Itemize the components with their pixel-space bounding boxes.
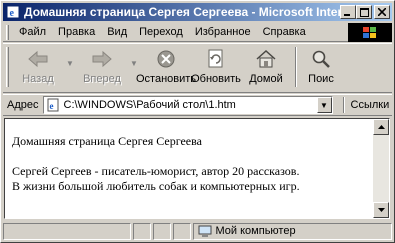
page-text-line-1: Сергей Сергеев - писатель-юморист, автор… [12, 164, 300, 178]
status-zone: Мой компьютер [192, 222, 392, 240]
refresh-label: Обновить [191, 73, 241, 85]
status-pane-main [3, 222, 131, 240]
home-label: Домой [249, 73, 283, 85]
svg-text:e: e [49, 101, 53, 111]
home-icon [255, 47, 277, 71]
menu-grip[interactable] [6, 24, 9, 40]
computer-icon [198, 225, 212, 238]
maximize-button[interactable] [356, 5, 372, 19]
menu-go[interactable]: Переход [133, 26, 189, 38]
back-arrow-icon [27, 47, 49, 71]
zone-label: Мой компьютер [215, 225, 296, 237]
status-pane-3 [152, 222, 171, 240]
address-bar: Адрес e C:\WINDOWS\Рабочий стол\1.htm ▼ … [3, 94, 392, 116]
standard-toolbar: Назад ▼ Вперед ▼ Остановить Обновить Дом… [3, 43, 392, 93]
stop-button[interactable]: Остановить [136, 47, 196, 85]
stop-icon [156, 47, 176, 71]
close-button[interactable] [374, 5, 390, 19]
address-label: Адрес [7, 99, 39, 111]
window-title: Домашняя страница Сергея Сергеева - Micr… [24, 5, 344, 19]
address-value: C:\WINDOWS\Рабочий стол\1.htm [63, 99, 236, 111]
browser-window: e Домашняя страница Сергея Сергеева - Mi… [0, 0, 395, 243]
address-input[interactable]: e C:\WINDOWS\Рабочий стол\1.htm ▼ [42, 96, 333, 114]
forward-button[interactable]: Вперед [77, 47, 127, 85]
search-icon [311, 47, 331, 71]
toolbar-separator [295, 47, 297, 87]
status-pane-4 [172, 222, 191, 240]
scroll-down-button[interactable] [373, 202, 389, 218]
menu-edit[interactable]: Правка [52, 26, 101, 38]
status-pane-2 [132, 222, 151, 240]
menu-bar: Файл Правка Вид Переход Избранное Справк… [3, 23, 392, 42]
forward-arrow-icon [91, 47, 113, 71]
ie-logo-icon: e [6, 5, 20, 19]
forward-dropdown-icon[interactable]: ▼ [127, 59, 141, 68]
links-button[interactable]: Ссылки [351, 99, 390, 111]
page-text-line-2: В жизни большой любитель собак и компьют… [12, 179, 300, 193]
menu-file[interactable]: Файл [13, 26, 52, 38]
address-dropdown-icon[interactable]: ▼ [316, 97, 332, 113]
stop-label: Остановить [135, 73, 197, 85]
menu-help[interactable]: Справка [257, 26, 312, 38]
status-bar: Мой компьютер [3, 221, 392, 241]
menu-view[interactable]: Вид [101, 26, 133, 38]
refresh-button[interactable]: Обновить [191, 47, 241, 85]
minimize-button[interactable] [340, 5, 356, 19]
search-button[interactable]: Поис [301, 47, 341, 85]
vertical-scrollbar[interactable] [373, 119, 389, 218]
scroll-up-button[interactable] [373, 119, 389, 135]
back-dropdown-icon[interactable]: ▼ [63, 59, 77, 68]
page-heading: Домашняя страница Сергея Сергеева [12, 134, 202, 148]
refresh-icon [206, 47, 226, 71]
page-icon: e [46, 98, 60, 112]
search-label: Поис [308, 73, 334, 85]
back-label: Назад [22, 73, 54, 85]
back-button[interactable]: Назад [13, 47, 63, 85]
title-bar[interactable]: e Домашняя страница Сергея Сергеева - Mi… [3, 3, 392, 21]
links-separator [342, 97, 345, 113]
toolbar-grip[interactable] [6, 47, 9, 87]
page-body: Домашняя страница Сергея Сергеева Сергей… [5, 119, 375, 218]
svg-text:e: e [10, 8, 15, 19]
forward-label: Вперед [83, 73, 121, 85]
home-button[interactable]: Домой [241, 47, 291, 85]
page-viewport[interactable]: Домашняя страница Сергея Сергеева Сергей… [4, 118, 390, 219]
menu-favorites[interactable]: Избранное [189, 26, 257, 38]
windows-logo-icon [348, 23, 392, 42]
